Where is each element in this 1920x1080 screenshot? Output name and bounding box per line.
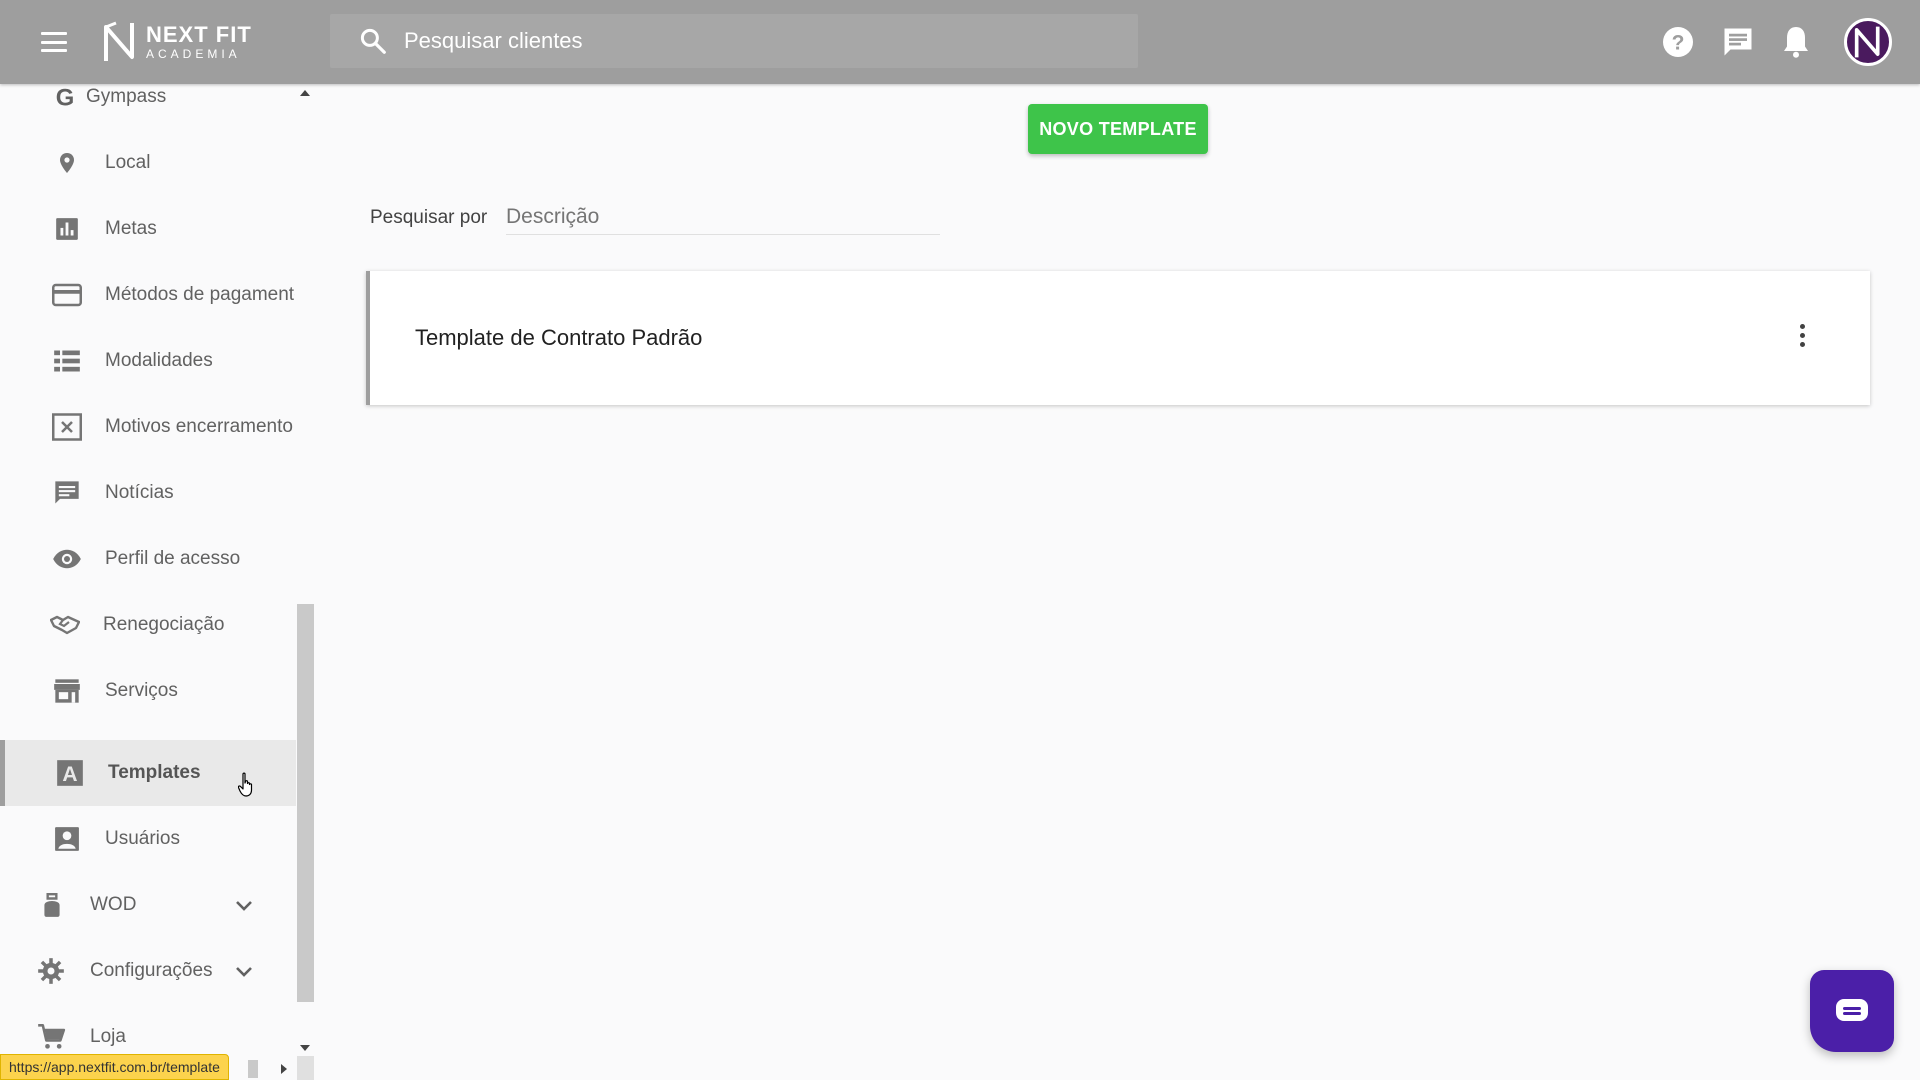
svg-text:G: G [56, 85, 75, 110]
gear-icon [36, 956, 66, 986]
svg-text:?: ? [1672, 32, 1685, 55]
client-search [330, 14, 1138, 68]
eye-icon [52, 544, 82, 574]
sidebar-item-renegociacao[interactable]: Renegociação [0, 592, 296, 658]
sidebar-item-label: Motivos encerramento [105, 416, 293, 437]
store-icon [52, 676, 82, 706]
account-box-icon [52, 824, 82, 854]
search-icon[interactable] [358, 26, 388, 56]
sidebar-item-metas[interactable]: Metas [0, 196, 296, 262]
avatar-logo-icon [1854, 26, 1880, 58]
sidebar-item-label: Templates [108, 762, 201, 783]
bar-chart-icon [52, 214, 82, 244]
sidebar-item-metodos-pagamento[interactable]: Métodos de pagamento [0, 262, 296, 328]
chevron-down-icon[interactable] [232, 893, 256, 917]
gympass-icon: G [50, 82, 80, 112]
sidebar-item-label: Renegociação [103, 614, 225, 635]
sidebar: G Gympass Local Metas Métodos de pagamen… [0, 84, 314, 1080]
sidebar-item-motivos-encerramento[interactable]: Motivos encerramento [0, 394, 296, 460]
kettlebell-icon [37, 890, 67, 920]
logo-title: NEXT FIT [146, 22, 252, 47]
bell-icon[interactable] [1778, 24, 1814, 60]
location-pin-icon [52, 148, 82, 178]
sidebar-item-label: Modalidades [105, 350, 213, 371]
help-icon[interactable]: ? [1660, 24, 1696, 60]
credit-card-icon [52, 280, 82, 310]
sidebar-item-label: Usuários [105, 828, 180, 849]
svg-text:A: A [62, 763, 77, 786]
scroll-down-arrow[interactable] [300, 1045, 310, 1051]
sidebar-item-label: Métodos de pagamento [105, 284, 295, 305]
sidebar-item-label: Perfil de acesso [105, 548, 241, 569]
sidebar-item-servicos[interactable]: Serviços [0, 658, 296, 724]
sidebar-item-label: Gympass [86, 86, 167, 107]
avatar[interactable] [1844, 18, 1892, 66]
cart-icon [36, 1022, 66, 1052]
logo[interactable]: NEXT FIT ACADEMIA [102, 20, 252, 64]
sidebar-item-wod[interactable]: WOD [0, 872, 296, 938]
sidebar-item-modalidades[interactable]: Modalidades [0, 328, 296, 394]
scroll-right-arrow[interactable] [281, 1064, 287, 1074]
status-bar-url: https://app.nextfit.com.br/template [0, 1054, 229, 1080]
template-card[interactable]: Template de Contrato Padrão [366, 271, 1870, 405]
more-vert-icon[interactable] [1790, 315, 1814, 355]
sidebar-item-label: Metas [105, 218, 157, 239]
logo-subtitle: ACADEMIA [146, 47, 241, 61]
chat-icon[interactable] [1720, 24, 1756, 60]
sidebar-item-label: Serviços [105, 680, 178, 701]
sidebar-item-perfil-acesso[interactable]: Perfil de acesso [0, 526, 296, 592]
sidebar-item-label: Local [105, 152, 151, 173]
new-template-button[interactable]: NOVO TEMPLATE [1028, 104, 1208, 154]
sidebar-item-noticias[interactable]: Notícias [0, 460, 296, 526]
scrollbar-corner [297, 1056, 314, 1080]
sidebar-item-usuarios[interactable]: Usuários [0, 806, 296, 872]
scroll-up-arrow[interactable] [300, 90, 310, 96]
sidebar-item-configuracoes[interactable]: Configurações [0, 938, 296, 1004]
message-icon [52, 478, 82, 508]
sidebar-item-label: Loja [90, 1026, 126, 1047]
sidebar-scrollbar-thumb[interactable] [297, 604, 314, 1002]
text-a-icon: A [55, 758, 85, 788]
horizontal-scrollbar-thumb[interactable] [248, 1060, 258, 1078]
close-box-icon [52, 412, 82, 442]
top-bar: NEXT FIT ACADEMIA ? [0, 0, 1920, 84]
sidebar-item-label: Notícias [105, 482, 174, 503]
logo-mark-icon [104, 21, 134, 61]
description-search-input[interactable] [506, 199, 940, 235]
list-icon [52, 346, 82, 376]
chevron-down-icon[interactable] [232, 959, 256, 983]
chat-widget-button[interactable] [1810, 970, 1894, 1052]
sidebar-item-templates[interactable]: A Templates [0, 740, 296, 806]
template-title: Template de Contrato Padrão [415, 325, 703, 350]
search-by-label: Pesquisar por [370, 207, 488, 228]
sidebar-item-local[interactable]: Local [0, 130, 296, 196]
handshake-icon [50, 610, 80, 640]
chat-bubble-icon [1836, 999, 1868, 1021]
search-input[interactable] [404, 28, 1004, 54]
menu-icon[interactable] [40, 30, 68, 54]
